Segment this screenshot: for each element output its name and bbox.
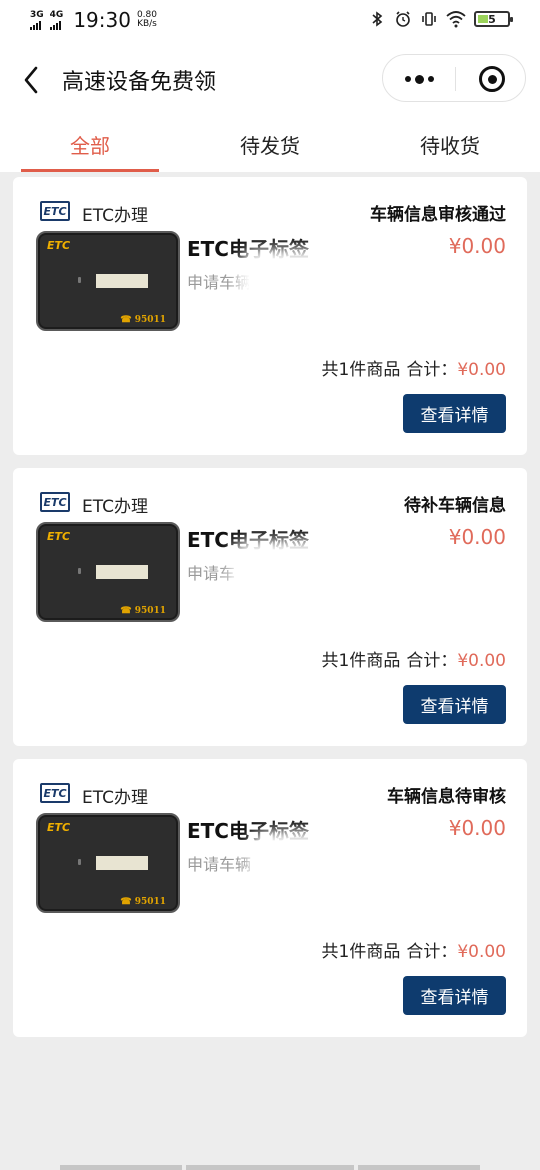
order-status: 待补车辆信息 [404, 496, 506, 516]
order-summary: 共1件商品 合计： ¥0.00 [322, 937, 507, 962]
order-status: 车辆信息审核通过 [370, 205, 506, 225]
etc-device-image: ETC ☎ 95011 [36, 231, 180, 331]
tab-to-ship[interactable]: 待发货 [180, 116, 360, 172]
product-title: ETC电子标签 [187, 819, 309, 843]
view-details-button[interactable]: 查看详情 [403, 685, 506, 724]
close-button[interactable] [479, 66, 505, 92]
bottom-indicator [60, 1165, 480, 1170]
sim2-label: 4G [49, 9, 64, 20]
view-details-button[interactable]: 查看详情 [403, 394, 506, 433]
alarm-icon [396, 11, 410, 27]
device-brand: ETC [47, 821, 71, 834]
item-count: 共1件商品 [321, 651, 401, 671]
etc-logo-icon: ETC [40, 492, 70, 512]
total-label: 合计： [406, 651, 458, 671]
total-amount: ¥0.00 [457, 651, 506, 671]
more-dots-icon [414, 74, 424, 84]
status-bar-right: 5 [368, 10, 513, 28]
sim1-label: 3G [30, 9, 44, 20]
signal-bars-icon [30, 20, 41, 30]
back-button[interactable] [16, 62, 46, 98]
privacy-blur [241, 550, 359, 592]
order-summary: 共1件商品 合计： ¥0.00 [322, 646, 507, 671]
total-label: 合计： [406, 942, 458, 962]
product-title: ETC电子标签 [187, 237, 309, 261]
status-bar-left: 3G 4G 19:30 0.80 KB/s [30, 8, 157, 32]
more-dots-icon [427, 76, 434, 82]
signal-bars-icon [49, 20, 61, 30]
battery-percent: 5 [488, 12, 496, 26]
privacy-blur [249, 259, 367, 301]
item-count: 共1件商品 [321, 360, 401, 380]
product-subtitle: 申请车辆 [187, 855, 252, 874]
product-price: ¥0.00 [448, 816, 506, 840]
device-brand: ETC [47, 239, 71, 252]
product-subtitle: 申请车 [187, 564, 236, 583]
network-speed-unit: KB/s [137, 19, 157, 29]
privacy-blur [259, 841, 377, 883]
shop-name: ETC办理 [82, 206, 148, 226]
etc-device-image: ETC ☎ 95011 [36, 813, 180, 913]
device-led [78, 277, 81, 283]
vibrate-icon [422, 12, 436, 26]
etc-device-image: ETC ☎ 95011 [36, 522, 180, 622]
page-title: 高速设备免费领 [62, 70, 217, 95]
view-details-button[interactable]: 查看详情 [403, 976, 506, 1015]
status-bar: 3G 4G 19:30 0.80 KB/s 5 [0, 0, 540, 44]
etc-logo-icon: ETC [40, 783, 70, 803]
wifi-icon [446, 11, 466, 28]
order-card[interactable]: ETC ETC办理 车辆信息审核通过 ETC ☎ 95011 ETC电子标签 ¥… [13, 177, 527, 455]
more-dots-icon [404, 76, 411, 82]
bluetooth-icon [372, 11, 383, 27]
tab-all[interactable]: 全部 [0, 116, 180, 172]
tab-active-underline [21, 169, 159, 172]
chevron-left-icon [24, 66, 38, 94]
signal-sim1: 3G [30, 9, 44, 30]
signal-sim2: 4G [49, 9, 64, 30]
device-led [78, 859, 81, 865]
total-amount: ¥0.00 [457, 942, 506, 962]
device-window [96, 274, 148, 288]
order-summary: 共1件商品 合计： ¥0.00 [322, 355, 507, 380]
device-phone: ☎ 95011 [120, 606, 166, 616]
item-count: 共1件商品 [321, 942, 401, 962]
device-window [96, 565, 148, 579]
etc-logo-icon: ETC [40, 201, 70, 221]
total-amount: ¥0.00 [457, 360, 506, 380]
order-status: 车辆信息待审核 [387, 787, 506, 807]
shop-name: ETC办理 [82, 497, 148, 517]
clock: 19:30 [73, 8, 131, 32]
product-price: ¥0.00 [448, 525, 506, 549]
order-tabs: 全部 待发货 待收货 [0, 116, 540, 172]
battery-icon: 5 [474, 11, 513, 27]
mini-program-capsule [382, 54, 526, 102]
product-price: ¥0.00 [448, 234, 506, 258]
order-card[interactable]: ETC ETC办理 待补车辆信息 ETC ☎ 95011 ETC电子标签 ¥0.… [13, 468, 527, 746]
device-phone: ☎ 95011 [120, 897, 166, 907]
total-label: 合计： [406, 360, 458, 380]
capsule-divider [455, 67, 456, 91]
network-speed: 0.80 KB/s [137, 11, 157, 29]
device-led [78, 568, 81, 574]
more-button[interactable] [399, 69, 439, 89]
product-subtitle: 申请车辆 [187, 273, 252, 292]
tab-to-receive[interactable]: 待收货 [360, 116, 540, 172]
mini-program-close-icon [487, 74, 497, 84]
device-window [96, 856, 148, 870]
shop-name: ETC办理 [82, 788, 148, 808]
device-phone: ☎ 95011 [120, 315, 166, 325]
device-brand: ETC [47, 530, 71, 543]
order-card[interactable]: ETC ETC办理 车辆信息待审核 ETC ☎ 95011 ETC电子标签 ¥0… [13, 759, 527, 1037]
navbar: 高速设备免费领 [0, 44, 540, 116]
battery-level [478, 15, 488, 23]
product-title: ETC电子标签 [187, 528, 309, 552]
